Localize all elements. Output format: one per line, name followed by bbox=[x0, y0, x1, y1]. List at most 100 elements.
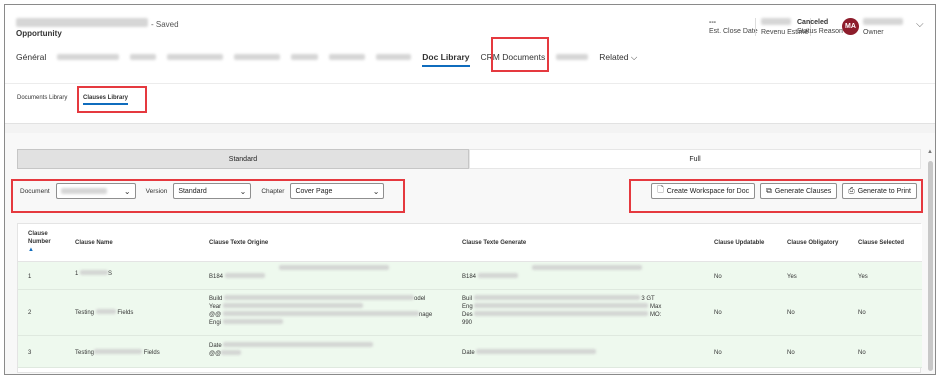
close-date-field: --- Est. Close Date bbox=[709, 18, 758, 36]
cell-origine-line: Build bbox=[209, 296, 223, 302]
cell-origine-line: @@ bbox=[209, 312, 222, 318]
cell-number: 2 bbox=[28, 310, 32, 316]
tab-related-label: Related bbox=[599, 52, 629, 62]
cell-origine-line: Engi bbox=[209, 320, 222, 326]
document-select[interactable]: ⌄ bbox=[55, 183, 136, 199]
table-row[interactable]: 1 1 S B184 B184 No Yes Yes bbox=[18, 262, 922, 290]
col-clause-selected[interactable]: Clause Selected bbox=[858, 239, 904, 247]
cell-selected: Yes bbox=[858, 274, 868, 280]
vertical-scrollbar[interactable]: ▲ bbox=[926, 149, 934, 374]
cell-name-end: Fields bbox=[143, 350, 160, 356]
tab-redacted-8[interactable] bbox=[556, 47, 589, 67]
tab-related[interactable]: Related ⌵ bbox=[599, 47, 637, 67]
generate-clauses-button[interactable]: ⧉ Generate Clauses bbox=[760, 183, 838, 199]
cell-number: 1 bbox=[28, 274, 32, 280]
cell-generate-line: Eng bbox=[462, 304, 473, 310]
cell-origine-line-end: odel bbox=[414, 296, 426, 302]
cell-origine-line-end: nage bbox=[418, 312, 433, 318]
col-clause-number[interactable]: Clause Number ▲ bbox=[28, 230, 64, 254]
cell-origine-text: B184 bbox=[209, 274, 224, 280]
cell-name-end: S bbox=[108, 271, 113, 277]
app-frame: - Saved Opportunity --- Est. Close Date … bbox=[4, 4, 936, 375]
cell-name-start: Testing bbox=[75, 350, 95, 356]
tab-redacted-5[interactable] bbox=[291, 47, 319, 67]
owner-name-redacted bbox=[863, 18, 903, 25]
record-tabs: Général Doc Library CRM Documents Relate… bbox=[16, 47, 648, 67]
record-name-redacted bbox=[16, 18, 148, 27]
clauses-table: Clause Number ▲ Clause Name Clause Texte… bbox=[17, 223, 922, 373]
tab-redacted-4[interactable] bbox=[234, 47, 281, 67]
chapter-select-value: Cover Page bbox=[295, 187, 333, 195]
close-date-value: --- bbox=[709, 19, 716, 26]
table-row[interactable]: 3 Testing Fields Date @@ Date No No No bbox=[18, 336, 922, 368]
chevron-down-icon: ⌄ bbox=[123, 186, 131, 196]
cell-origine: Date @@ bbox=[209, 342, 374, 358]
version-label: Version bbox=[145, 187, 168, 195]
cell-name-end: Fields bbox=[117, 310, 134, 316]
cell-generate-line-end: Max bbox=[650, 304, 662, 310]
section-divider bbox=[5, 123, 935, 133]
tab-redacted-7[interactable] bbox=[376, 47, 412, 67]
owner-avatar[interactable]: MA bbox=[842, 18, 859, 35]
chapter-select[interactable]: Cover Page ⌄ bbox=[290, 183, 385, 199]
cell-generate-line: Des bbox=[462, 312, 473, 318]
cell-name: 1 S bbox=[75, 270, 112, 278]
scroll-up-icon[interactable]: ▲ bbox=[927, 149, 933, 155]
tab-general[interactable]: Général bbox=[16, 47, 46, 67]
status-label: Status Reason bbox=[797, 28, 843, 35]
col-clause-texte-origine[interactable]: Clause Texte Origine bbox=[209, 239, 268, 247]
filters-bar: Document ⌄ Version Standard ⌄ Chapter Co… bbox=[17, 177, 403, 205]
create-workspace-label: Create Workspace for Doc bbox=[666, 187, 750, 195]
col-clause-obligatory[interactable]: Clause Obligatory bbox=[787, 239, 838, 247]
cell-origine-line: Year bbox=[209, 304, 222, 310]
owner-field[interactable]: Owner bbox=[863, 18, 903, 37]
tab-redacted-3[interactable] bbox=[167, 47, 224, 67]
cell-name: Testing Fields bbox=[75, 309, 133, 317]
cell-origine-line: @@ bbox=[209, 351, 222, 357]
create-workspace-button[interactable]: 🗋 Create Workspace for Doc bbox=[651, 183, 756, 199]
record-title: - Saved bbox=[16, 18, 179, 29]
tab-redacted-2[interactable] bbox=[130, 47, 157, 67]
col-clause-texte-generate[interactable]: Clause Texte Generate bbox=[462, 239, 526, 247]
subtab-documents-library[interactable]: Documents Library bbox=[17, 95, 67, 101]
table-header: Clause Number ▲ Clause Name Clause Texte… bbox=[18, 224, 922, 262]
cell-name-start: 1 bbox=[75, 271, 79, 277]
tab-redacted-6[interactable] bbox=[329, 47, 366, 67]
header-divider bbox=[755, 18, 756, 36]
cell-generate-line-end: MO: bbox=[650, 312, 662, 318]
segment-full[interactable]: Full bbox=[469, 149, 921, 169]
cell-origine: B184 bbox=[209, 265, 389, 281]
scrollbar-thumb[interactable] bbox=[928, 161, 933, 371]
cell-obligatory: No bbox=[787, 350, 795, 356]
record-entity: Opportunity bbox=[16, 29, 62, 38]
chevron-down-icon[interactable]: ⌵ bbox=[916, 19, 924, 30]
table-row[interactable]: 2 Testing Fields Build odel Year @@ nage… bbox=[18, 290, 922, 336]
owner-label: Owner bbox=[863, 29, 884, 36]
cell-selected: No bbox=[858, 350, 866, 356]
col-clause-updatable[interactable]: Clause Updatable bbox=[714, 239, 764, 247]
document-label: Document bbox=[20, 187, 50, 195]
revenue-value-redacted bbox=[761, 18, 791, 25]
version-select[interactable]: Standard ⌄ bbox=[173, 183, 252, 199]
subtab-clauses-library[interactable]: Clauses Library bbox=[83, 95, 129, 105]
tab-doc-library[interactable]: Doc Library bbox=[422, 47, 470, 67]
chevron-down-icon: ⌄ bbox=[239, 186, 247, 196]
tab-redacted-1[interactable] bbox=[57, 47, 120, 67]
cell-generate-line: 990 bbox=[462, 320, 473, 326]
tab-crm-documents[interactable]: CRM Documents bbox=[481, 47, 546, 67]
cell-updatable: No bbox=[714, 274, 722, 280]
col-clause-name[interactable]: Clause Name bbox=[75, 239, 113, 247]
chevron-down-icon: ⌵ bbox=[630, 51, 638, 62]
chapter-label: Chapter bbox=[261, 187, 285, 195]
save-status: - Saved bbox=[151, 20, 179, 29]
share-icon: ⧉ bbox=[766, 186, 772, 195]
cell-generate: B184 bbox=[462, 265, 642, 281]
segment-standard[interactable]: Standard bbox=[17, 149, 469, 169]
generate-print-button[interactable]: ⎙ Generate to Print bbox=[842, 183, 917, 199]
generate-print-label: Generate to Print bbox=[857, 187, 911, 195]
chevron-down-icon: ⌄ bbox=[372, 186, 380, 196]
cell-updatable: No bbox=[714, 310, 722, 316]
sort-ascending-icon: ▲ bbox=[28, 247, 34, 253]
version-segment-control: Standard Full bbox=[17, 149, 921, 169]
clauses-panel: Standard Full Document ⌄ Version Standar… bbox=[5, 133, 935, 374]
